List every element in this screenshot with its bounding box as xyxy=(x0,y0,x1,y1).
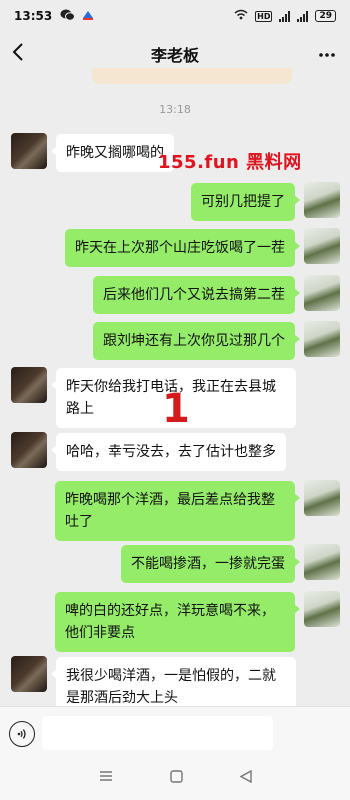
signal-icon xyxy=(279,10,291,22)
watermark-text: 155.fun 黑料网 xyxy=(158,152,302,173)
my-avatar[interactable] xyxy=(304,275,340,311)
contact-avatar[interactable] xyxy=(11,432,47,468)
message-text: 我很少喝洋酒，一是怕假的，二就是那酒后劲大上头 xyxy=(66,668,276,706)
battery-icon: 29 xyxy=(315,10,336,22)
message-text: 昨晚喝那个洋酒，最后差点给我整吐了 xyxy=(65,492,275,530)
voice-icon xyxy=(17,729,26,739)
contact-avatar[interactable] xyxy=(11,656,47,692)
message-bubble-sent[interactable]: 可别几把提了 xyxy=(191,183,300,221)
hd-icon: HD xyxy=(255,10,273,22)
more-button[interactable] xyxy=(318,42,336,63)
contact-avatar[interactable] xyxy=(11,133,47,169)
menu-button[interactable] xyxy=(99,770,113,786)
message-bubble-sent[interactable]: 昨晚喝那个洋酒，最后差点给我整吐了 xyxy=(55,481,300,541)
system-nav-bar xyxy=(0,756,350,800)
voice-button[interactable] xyxy=(9,721,35,747)
message-bubble-sent[interactable]: 啤的白的还好点，洋玩意喝不来，他们非要点 xyxy=(55,592,300,652)
message-bubble-sent[interactable]: 跟刘坤还有上次你见过那几个 xyxy=(93,322,300,360)
message-text: 昨天在上次那个山庄吃饭喝了一茬 xyxy=(75,240,285,256)
back-triangle-icon xyxy=(239,769,252,783)
my-avatar[interactable] xyxy=(304,228,340,264)
message-bubble-received[interactable]: 哈哈，幸亏没去，去了估计也整多 xyxy=(51,433,286,471)
message-text: 昨晚又搁哪喝的 xyxy=(66,145,164,161)
message-timestamp: 13:18 xyxy=(159,103,191,116)
message-bubble-sent[interactable]: 后来他们几个又说去搞第二茬 xyxy=(93,276,300,314)
chevron-left-icon xyxy=(12,43,23,61)
status-right-icons: HD 29 xyxy=(234,9,336,23)
chat-title: 李老板 xyxy=(150,46,199,65)
status-time: 13:53 xyxy=(14,9,53,23)
message-text: 不能喝掺酒，一掺就完蛋 xyxy=(131,556,285,572)
message-bubble-sent[interactable]: 昨天在上次那个山庄吃饭喝了一茬 xyxy=(65,229,300,267)
my-avatar[interactable] xyxy=(304,182,340,218)
signal-2-icon xyxy=(297,10,309,22)
message-bubble-received[interactable]: 昨晚又搁哪喝的 xyxy=(51,134,174,172)
app-notification-icon xyxy=(81,9,95,24)
wifi-icon xyxy=(234,9,248,23)
status-left-icons xyxy=(60,9,95,24)
home-button[interactable] xyxy=(169,769,183,787)
my-avatar[interactable] xyxy=(304,321,340,357)
message-input-bar xyxy=(0,706,350,756)
message-text: 哈哈，幸亏没去，去了估计也整多 xyxy=(66,444,276,460)
more-icon xyxy=(319,53,335,57)
status-bar: 13:53 HD 29 xyxy=(0,0,350,32)
nav-back-button[interactable] xyxy=(239,769,252,787)
message-text: 后来他们几个又说去搞第二茬 xyxy=(103,287,285,303)
message-text: 跟刘坤还有上次你见过那几个 xyxy=(103,333,285,349)
message-bubble-sent[interactable]: 不能喝掺酒，一掺就完蛋 xyxy=(121,545,300,583)
previous-message-fragment xyxy=(92,68,292,84)
annotation-mark: 1 xyxy=(162,386,190,432)
my-avatar[interactable] xyxy=(304,544,340,580)
home-icon xyxy=(169,769,183,783)
my-avatar[interactable] xyxy=(304,591,340,627)
my-avatar[interactable] xyxy=(304,480,340,516)
wechat-icon xyxy=(60,9,76,24)
message-text: 啤的白的还好点，洋玩意喝不来，他们非要点 xyxy=(65,603,275,641)
menu-icon xyxy=(99,771,112,781)
message-input[interactable] xyxy=(42,716,273,750)
contact-avatar[interactable] xyxy=(11,367,47,403)
message-text: 可别几把提了 xyxy=(201,194,285,210)
back-button[interactable] xyxy=(12,42,24,68)
